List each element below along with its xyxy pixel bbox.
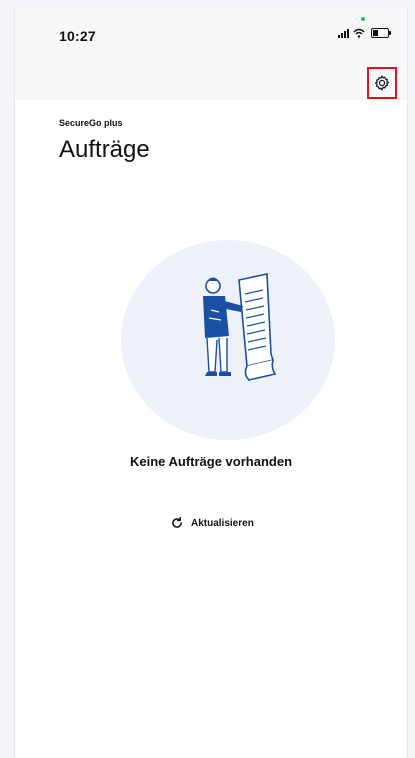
empty-state-message: Keine Aufträge vorhanden [129,454,293,469]
status-indicator-dot [361,17,365,21]
gear-icon [374,75,390,91]
signal-icon [338,28,349,38]
battery-icon [371,28,391,38]
empty-state-illustration [121,240,335,440]
page-title: Aufträge [59,136,150,163]
settings-button[interactable] [367,67,397,99]
status-icons [338,28,391,38]
status-time: 10:27 [59,28,96,44]
refresh-icon [172,516,182,528]
phone-screen: 10:27 SecureGo plus Aufträge Keine Auftr… [14,8,408,758]
refresh-button[interactable]: Aktualisieren [170,516,254,530]
refresh-label: Aktualisieren [191,517,254,529]
top-bar [15,8,407,100]
wifi-icon [353,28,365,38]
app-name: SecureGo plus [59,118,123,128]
person-with-document-illustration [203,273,277,381]
